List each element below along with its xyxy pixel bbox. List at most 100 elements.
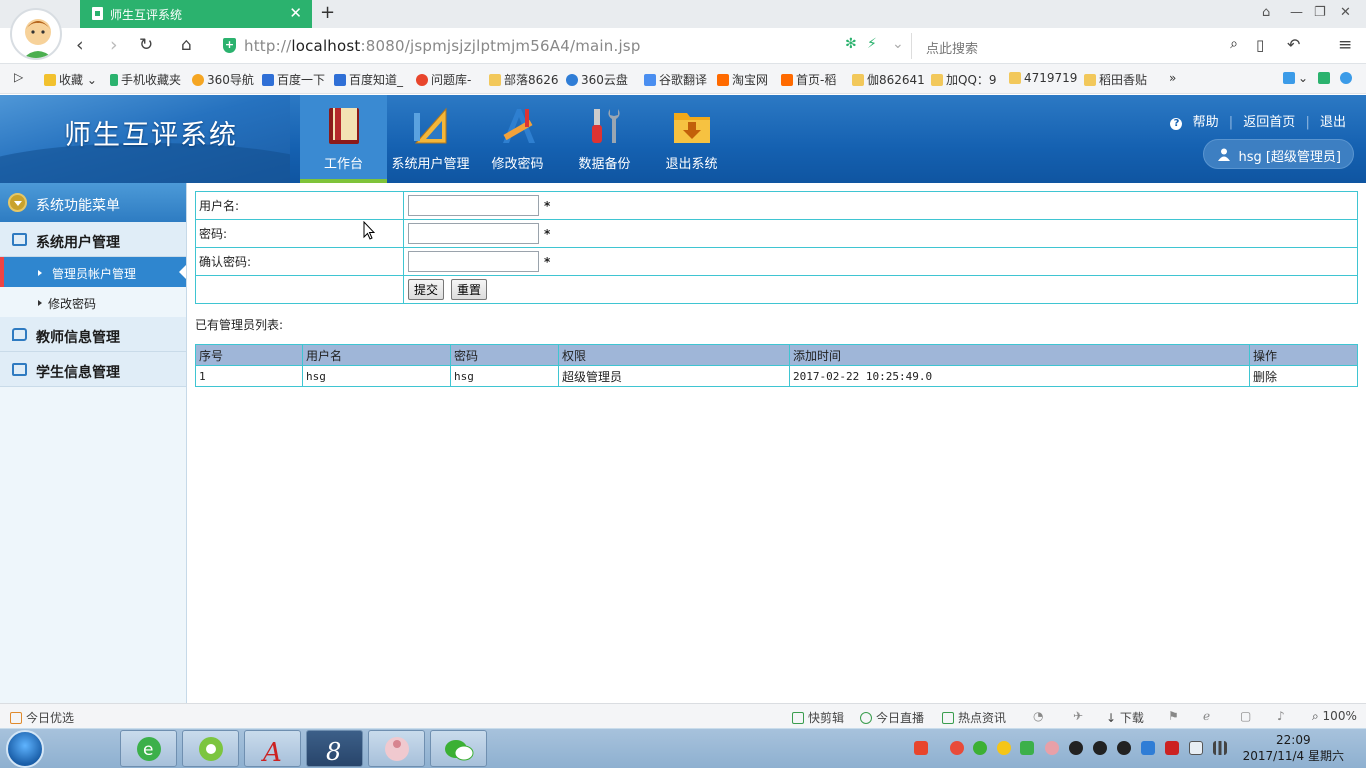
bookmark-folder-buluo[interactable]: 部落8626 bbox=[489, 71, 559, 88]
confirm-password-input[interactable] bbox=[408, 251, 539, 272]
close-tab-icon[interactable]: ✕ bbox=[289, 4, 302, 22]
admin-form: 用户名: * 密码: * 确认密码: * 提交 重置 bbox=[195, 191, 1358, 304]
speaker-tray-icon[interactable] bbox=[1189, 741, 1203, 755]
bookmark-daotian[interactable]: 首页-稻 bbox=[781, 71, 836, 88]
bookmark-360yun[interactable]: 360云盘 bbox=[566, 71, 628, 88]
browser-avatar[interactable] bbox=[10, 8, 62, 60]
taskbar-app-icon[interactable] bbox=[368, 730, 425, 767]
nav-user-management[interactable]: 系统用户管理 bbox=[387, 95, 474, 183]
quick-edit[interactable]: 快剪辑 bbox=[792, 709, 844, 726]
submit-button[interactable]: 提交 bbox=[408, 279, 445, 300]
bookmark-taobao[interactable]: 淘宝网 bbox=[717, 71, 768, 88]
sidebar-section-students[interactable]: 学生信息管理 bbox=[0, 352, 186, 387]
plus-tray-icon[interactable] bbox=[997, 741, 1011, 755]
start-button[interactable] bbox=[6, 730, 44, 768]
sidebar-item-change-password[interactable]: 修改密码 bbox=[0, 287, 186, 317]
bookmark-360nav[interactable]: 360导航 bbox=[192, 71, 254, 88]
url-text[interactable]: http://localhost:8080/jspmjsjzjlptmjm56A… bbox=[244, 37, 641, 55]
chevron-down-icon[interactable]: ⌄ bbox=[892, 36, 904, 52]
nav-workbench[interactable]: 工作台 bbox=[300, 95, 387, 183]
column-header: 用户名 bbox=[302, 344, 451, 366]
help-icon[interactable]: ? bbox=[1170, 118, 1183, 130]
bookmark-folder-1[interactable]: 伽862641 bbox=[852, 71, 925, 88]
flower-tray-icon[interactable] bbox=[1045, 741, 1059, 755]
url-field[interactable]: + http://localhost:8080/jspmjsjzjlptmjm5… bbox=[215, 33, 912, 59]
taskbar-wechat-icon[interactable] bbox=[430, 730, 487, 767]
bookmark-folder-3[interactable]: 4719719 bbox=[1009, 71, 1077, 85]
sidebar-section-teachers[interactable]: 教师信息管理 bbox=[0, 317, 186, 352]
help-link[interactable]: 帮助 bbox=[1193, 115, 1219, 130]
home-link[interactable]: 返回首页 bbox=[1243, 115, 1295, 130]
flag-icon[interactable]: ⚑ bbox=[1168, 709, 1179, 723]
zoom-level[interactable]: ⌕ 100% bbox=[1312, 709, 1357, 724]
search-icon[interactable]: ⌕ bbox=[1230, 36, 1238, 52]
speed-mode-icon[interactable]: ⚡ bbox=[867, 36, 877, 52]
security-tray-icon[interactable] bbox=[1020, 741, 1034, 755]
bookmark-folder-2[interactable]: 加QQ：9 bbox=[931, 71, 997, 88]
back-icon[interactable]: ‹ bbox=[76, 34, 84, 56]
pin-icon[interactable]: ✈ bbox=[1073, 709, 1083, 723]
system-clock[interactable]: 22:09 2017/11/4 星期六 bbox=[1243, 732, 1344, 764]
volume-icon[interactable]: ♪ bbox=[1277, 709, 1285, 723]
taskbar-360-icon[interactable] bbox=[182, 730, 239, 767]
browser-tab[interactable]: 师生互评系统 ✕ bbox=[80, 0, 312, 28]
taskbar-font-icon[interactable]: A bbox=[244, 730, 301, 768]
qq-tray-icon[interactable] bbox=[1093, 741, 1107, 755]
window-icon[interactable]: ▢ bbox=[1240, 709, 1251, 723]
menu-icon[interactable]: ≡ bbox=[1338, 35, 1352, 55]
shield-tray-icon[interactable] bbox=[1165, 741, 1179, 755]
reload-icon[interactable]: ↻ bbox=[139, 35, 153, 55]
qq-tray-icon[interactable] bbox=[1117, 741, 1131, 755]
signal-tray-icon[interactable] bbox=[1213, 741, 1227, 755]
undo-icon[interactable]: ↶ bbox=[1287, 35, 1300, 54]
reset-button[interactable]: 重置 bbox=[451, 279, 488, 300]
speedup-icon[interactable]: ◔ bbox=[1033, 709, 1043, 723]
hot-news[interactable]: 热点资讯 bbox=[942, 709, 1006, 726]
delete-link[interactable]: 删除 bbox=[1249, 365, 1358, 387]
bookmark-wenti[interactable]: 问题库- bbox=[416, 71, 471, 88]
search-field[interactable]: 点此搜索 ⌕ bbox=[918, 33, 1240, 59]
phone-icon[interactable]: ▯ bbox=[1256, 36, 1264, 54]
zoom-icon[interactable] bbox=[1340, 71, 1355, 85]
qq-tray-icon[interactable] bbox=[1069, 741, 1083, 755]
nav-exit-system[interactable]: 退出系统 bbox=[648, 95, 735, 183]
sidebar-item-admin-accounts[interactable]: 管理员帐户管理 bbox=[0, 257, 186, 287]
bookmark-favorites[interactable]: 收藏 ⌄ bbox=[44, 71, 97, 88]
password-input[interactable] bbox=[408, 223, 539, 244]
compat-mode-icon[interactable]: ✻ bbox=[845, 36, 857, 52]
forward-icon[interactable]: › bbox=[110, 34, 118, 56]
more-bookmarks-icon[interactable]: » bbox=[1169, 71, 1176, 85]
nav-change-password[interactable]: 修改密码 bbox=[474, 95, 561, 183]
sidebar-title[interactable]: 系统功能菜单 bbox=[0, 183, 186, 222]
bookmark-folder-4[interactable]: 稻田香贴 bbox=[1084, 71, 1147, 88]
logout-link[interactable]: 退出 bbox=[1320, 115, 1346, 130]
bookmark-mobile[interactable]: 手机收藏夹 bbox=[110, 71, 181, 88]
today-picks[interactable]: 今日优选 bbox=[10, 709, 74, 726]
taskbar-eclipse-icon[interactable]: 8 bbox=[306, 730, 363, 767]
minimize-icon[interactable]: — bbox=[1290, 5, 1303, 20]
ie-icon[interactable]: ℯ bbox=[1203, 709, 1210, 723]
reader-icon[interactable] bbox=[1318, 71, 1333, 85]
wechat-tray-icon[interactable] bbox=[973, 741, 987, 755]
close-window-icon[interactable]: ✕ bbox=[1340, 5, 1351, 20]
maximize-icon[interactable]: ❐ bbox=[1314, 5, 1326, 20]
user-badge[interactable]: hsg [超级管理员] bbox=[1203, 139, 1354, 169]
apps-icon[interactable]: ⌄ bbox=[1283, 71, 1308, 85]
bookmark-zhidao[interactable]: 百度知道_ bbox=[334, 71, 403, 88]
record-tray-icon[interactable] bbox=[950, 741, 964, 755]
download-button[interactable]: ↓ 下载 bbox=[1106, 709, 1144, 726]
username-input[interactable] bbox=[408, 195, 539, 216]
new-tab-button[interactable]: + bbox=[320, 2, 335, 23]
skin-icon[interactable]: ⌂ bbox=[1262, 5, 1270, 20]
taskbar-ie-icon[interactable]: e bbox=[120, 730, 177, 767]
header-links: ? 帮助 | 返回首页 | 退出 bbox=[1164, 111, 1346, 130]
sidebar-toggle-icon[interactable]: ▷ bbox=[14, 70, 23, 84]
bookmark-translate[interactable]: 谷歌翻译 bbox=[644, 71, 707, 88]
nav-data-backup[interactable]: 数据备份 bbox=[561, 95, 648, 183]
live-today[interactable]: 今日直播 bbox=[860, 709, 924, 726]
bookmark-baidu[interactable]: 百度一下 bbox=[262, 71, 325, 88]
home-icon[interactable]: ⌂ bbox=[181, 35, 192, 55]
sogou-tray-icon[interactable] bbox=[914, 741, 928, 755]
sidebar-section-system-users[interactable]: 系统用户管理 bbox=[0, 222, 186, 257]
network-drive-tray-icon[interactable] bbox=[1141, 741, 1155, 755]
